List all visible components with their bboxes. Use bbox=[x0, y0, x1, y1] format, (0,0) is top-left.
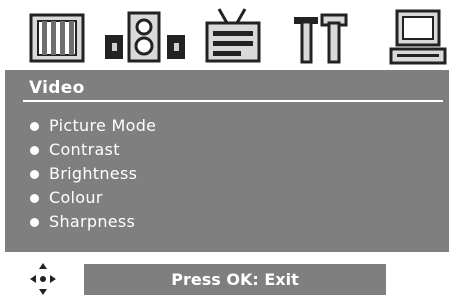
exit-hint-button[interactable]: Press OK: Exit bbox=[84, 264, 386, 295]
menu-item-picture-mode[interactable]: Picture Mode bbox=[25, 114, 156, 138]
menu-item-label: Sharpness bbox=[49, 212, 136, 231]
menu-item-colour[interactable]: Colour bbox=[25, 186, 156, 210]
picture-icon[interactable] bbox=[29, 5, 85, 69]
bullet-icon bbox=[30, 170, 39, 179]
menu-item-contrast[interactable]: Contrast bbox=[25, 138, 156, 162]
menu-list: Picture Mode Contrast Brightness Colour … bbox=[25, 114, 156, 234]
tv-icon[interactable] bbox=[203, 5, 263, 69]
bullet-icon bbox=[30, 194, 39, 203]
menu-item-sharpness[interactable]: Sharpness bbox=[25, 210, 156, 234]
pc-icon[interactable] bbox=[387, 5, 449, 69]
menu-item-label: Picture Mode bbox=[49, 116, 157, 135]
panel-title: Video bbox=[29, 78, 85, 98]
sound-icon[interactable] bbox=[103, 5, 189, 69]
footer-bar: Press OK: Exit bbox=[5, 252, 449, 304]
bullet-icon bbox=[30, 122, 39, 131]
menu-item-brightness[interactable]: Brightness bbox=[25, 162, 156, 186]
video-menu-panel: Video Picture Mode Contrast Brightness C… bbox=[5, 70, 449, 252]
setup-tools-icon[interactable] bbox=[292, 5, 348, 69]
menu-item-label: Colour bbox=[49, 188, 103, 207]
menu-item-label: Brightness bbox=[49, 164, 138, 183]
bullet-icon bbox=[30, 146, 39, 155]
navigation-arrows-icon bbox=[29, 262, 57, 296]
bullet-icon bbox=[30, 218, 39, 227]
title-divider bbox=[23, 100, 443, 102]
menu-icon-bar bbox=[5, 5, 449, 69]
menu-item-label: Contrast bbox=[49, 140, 120, 159]
